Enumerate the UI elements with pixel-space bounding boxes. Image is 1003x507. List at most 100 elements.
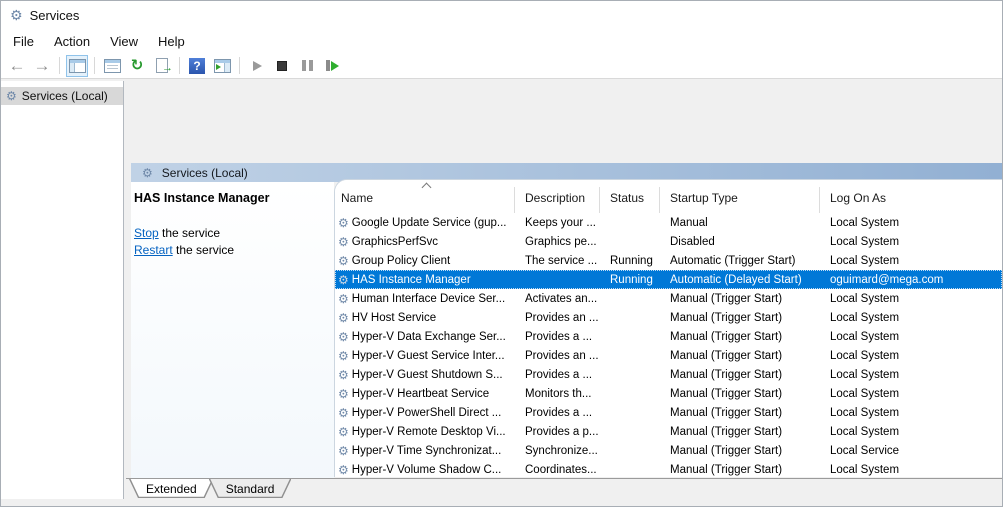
cell-name: ⚙ Google Update Service (gup...: [335, 217, 515, 229]
table-row[interactable]: ⚙ Hyper-V Guest Shutdown S... Provides a .…: [335, 365, 1002, 384]
forward-icon[interactable]: →: [31, 55, 53, 77]
cell-desc: Provides a ...: [525, 330, 593, 343]
menu-file[interactable]: File: [3, 31, 44, 52]
tab-extended[interactable]: Extended: [129, 479, 214, 498]
toolbar-separator: [239, 57, 240, 74]
service-gear-icon: ⚙: [338, 235, 349, 248]
cell-name: ⚙ Hyper-V Heartbeat Service: [335, 388, 515, 400]
column-header-status[interactable]: Status: [600, 187, 660, 213]
start-service-icon[interactable]: [246, 55, 268, 77]
service-gear-icon: ⚙: [338, 425, 349, 438]
toolbar-separator: [59, 57, 60, 74]
menu-help[interactable]: Help: [148, 31, 195, 52]
selected-service-name: HAS Instance Manager: [134, 191, 270, 205]
service-gear-icon: ⚙: [338, 463, 349, 476]
services-gear-icon: ⚙: [6, 89, 17, 103]
restart-service-suffix: the service: [172, 243, 235, 257]
show-action-pane-icon[interactable]: [211, 55, 233, 77]
help-icon[interactable]: ?: [186, 55, 208, 77]
cell-startup: Manual (Trigger Start): [670, 387, 783, 400]
cell-logon: Local System: [830, 425, 900, 438]
cell-name: ⚙ Hyper-V Data Exchange Ser...: [335, 331, 515, 343]
table-row[interactable]: ⚙ Google Update Service (gup... Keeps your…: [335, 213, 1002, 232]
stop-service-line: Stop the service: [134, 225, 334, 242]
column-header-startup-type[interactable]: Startup Type: [660, 187, 820, 213]
tree-item-services-local[interactable]: ⚙ Services (Local): [1, 87, 123, 105]
service-actions: Stop the service Restart the service: [134, 225, 334, 259]
stop-service-link[interactable]: Stop: [134, 226, 159, 240]
stop-service-icon[interactable]: [271, 55, 293, 77]
service-gear-icon: ⚙: [338, 330, 349, 343]
cell-desc: Provides an ...: [525, 349, 599, 362]
cell-name: ⚙ Hyper-V PowerShell Direct ...: [335, 407, 515, 419]
service-gear-icon: ⚙: [338, 292, 349, 305]
cell-startup: Manual (Trigger Start): [670, 406, 783, 419]
service-name-label: Hyper-V Guest Shutdown S...: [351, 368, 503, 381]
service-gear-icon: ⚙: [338, 387, 349, 400]
cell-name: ⚙ Hyper-V Time Synchronizat...: [335, 445, 515, 457]
cell-desc: Monitors th...: [525, 387, 592, 400]
table-row[interactable]: ⚙ HAS Instance Manager Running Automatic (D…: [335, 270, 1002, 289]
cell-desc: Graphics pe...: [525, 235, 597, 248]
table-row[interactable]: ⚙ GraphicsPerfSvc Graphics pe... Disabled Lo…: [335, 232, 1002, 251]
cell-startup: Manual (Trigger Start): [670, 425, 783, 438]
column-header-log-on-as[interactable]: Log On As: [820, 187, 1002, 213]
cell-logon: Local System: [830, 387, 900, 400]
table-row[interactable]: ⚙ Group Policy Client The service ... Runni…: [335, 251, 1002, 270]
service-gear-icon: ⚙: [338, 254, 349, 267]
menu-action[interactable]: Action: [44, 31, 100, 52]
table-row[interactable]: ⚙ HV Host Service Provides an ... Manual (T…: [335, 308, 1002, 327]
cell-desc: The service ...: [525, 254, 598, 267]
service-name-label: Google Update Service (gup...: [351, 216, 507, 229]
service-name-label: Hyper-V Volume Shadow C...: [351, 463, 502, 476]
service-name-label: Hyper-V Guest Service Inter...: [351, 349, 505, 362]
menu-bar: File Action View Help: [1, 29, 1002, 53]
cell-name: ⚙ Human Interface Device Ser...: [335, 293, 515, 305]
back-icon[interactable]: ←: [6, 55, 28, 77]
table-row[interactable]: ⚙ Hyper-V Remote Desktop Vi... Provides a …: [335, 422, 1002, 441]
table-row[interactable]: ⚙ Human Interface Device Ser... Activates …: [335, 289, 1002, 308]
cell-logon: Local System: [830, 216, 900, 229]
cell-desc: Provides an ...: [525, 311, 599, 324]
cell-logon: Local System: [830, 406, 900, 419]
cell-desc: Activates an...: [525, 292, 598, 305]
cell-name: ⚙ GraphicsPerfSvc: [335, 236, 515, 248]
pause-service-icon[interactable]: [296, 55, 318, 77]
service-name-label: Hyper-V PowerShell Direct ...: [351, 406, 502, 419]
service-gear-icon: ⚙: [338, 368, 349, 381]
table-row[interactable]: ⚙ Hyper-V Data Exchange Ser... Provides a …: [335, 327, 1002, 346]
services-app-icon: ⚙: [10, 7, 23, 23]
cell-startup: Manual (Trigger Start): [670, 463, 783, 476]
table-row[interactable]: ⚙ Hyper-V Volume Shadow C... Coordinates..…: [335, 460, 1002, 477]
service-gear-icon: ⚙: [338, 406, 349, 419]
tab-standard[interactable]: Standard: [209, 479, 292, 498]
restart-service-link[interactable]: Restart: [134, 243, 173, 257]
band-title: Services (Local): [161, 165, 248, 180]
cell-startup: Manual (Trigger Start): [670, 311, 783, 324]
table-row[interactable]: ⚙ Hyper-V Heartbeat Service Monitors th...…: [335, 384, 1002, 403]
cell-desc: Synchronize...: [525, 444, 598, 457]
show-console-tree-icon[interactable]: [66, 54, 88, 77]
table-row[interactable]: ⚙ Hyper-V Time Synchronizat... Synchronize…: [335, 441, 1002, 460]
refresh-icon[interactable]: ↻: [126, 55, 148, 77]
cell-logon: Local Service: [830, 444, 900, 457]
table-row[interactable]: ⚙ Hyper-V PowerShell Direct ... Provides a…: [335, 403, 1002, 422]
cell-desc: Provides a ...: [525, 406, 593, 419]
menu-view[interactable]: View: [100, 31, 148, 52]
table-row[interactable]: ⚙ Hyper-V Guest Service Inter... Provides …: [335, 346, 1002, 365]
properties-icon[interactable]: [101, 55, 123, 77]
cell-startup: Manual (Trigger Start): [670, 368, 783, 381]
console-tree-panel: ⚙ Services (Local): [1, 81, 124, 504]
restart-service-icon[interactable]: [321, 55, 343, 77]
cell-logon: oguimard@mega.com: [830, 273, 944, 286]
cell-name: ⚙ Hyper-V Volume Shadow C...: [335, 464, 515, 476]
cell-startup: Disabled: [670, 235, 715, 248]
service-gear-icon: ⚙: [338, 349, 349, 362]
toolbar: ← → ↻ → ?: [1, 53, 1002, 79]
cell-name: ⚙ Hyper-V Guest Service Inter...: [335, 350, 515, 362]
toolbar-separator: [179, 57, 180, 74]
view-tab-strip: Extended Standard: [126, 478, 1002, 499]
cell-logon: Local System: [830, 368, 900, 381]
export-list-icon[interactable]: →: [151, 55, 173, 77]
column-header-description[interactable]: Description: [515, 187, 600, 213]
